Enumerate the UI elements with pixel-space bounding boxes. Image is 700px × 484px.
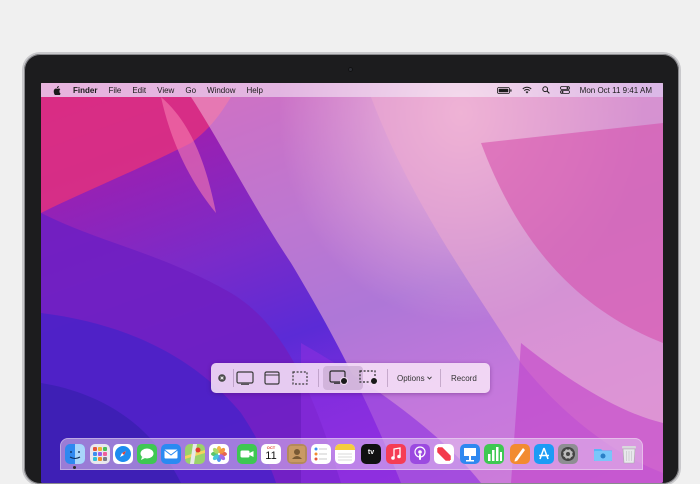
toolbar-divider [387,369,388,387]
mail-icon[interactable] [161,444,181,464]
apple-menu-icon[interactable] [53,85,61,95]
toolbar-divider [440,369,441,387]
record-button[interactable]: Record [451,372,477,384]
camera [348,67,353,72]
menu-go[interactable]: Go [185,86,196,95]
news-icon[interactable] [434,444,454,464]
finder-running-indicator [73,466,76,469]
pages-icon[interactable] [510,444,530,464]
launchpad-icon[interactable] [90,444,110,464]
spotlight-search-icon[interactable] [541,86,550,94]
tv-label: tv [367,449,375,456]
screenshot-toolbar: Options Record [211,363,490,393]
toolbar-divider [233,369,234,387]
maps-icon[interactable] [185,444,205,464]
capture-entire-screen-icon[interactable] [236,371,254,385]
capture-window-icon[interactable] [264,371,280,385]
downloads-folder-icon[interactable] [593,444,613,464]
notes-icon[interactable] [335,444,355,464]
desktop-wallpaper [41,83,663,483]
wifi-icon[interactable] [522,86,532,94]
menu-file[interactable]: File [108,86,121,95]
music-icon[interactable] [386,444,406,464]
facetime-icon[interactable] [237,444,257,464]
record-selection-icon[interactable] [359,370,379,386]
contacts-icon[interactable] [287,444,307,464]
control-center-icon[interactable] [559,86,570,94]
wallpaper-art [41,97,663,483]
system-preferences-icon[interactable] [558,444,578,464]
apple-tv-icon[interactable]: tv [361,444,381,464]
photos-icon[interactable] [209,444,229,464]
menu-view[interactable]: View [157,86,174,95]
app-store-icon[interactable] [534,444,554,464]
capture-selection-icon[interactable] [292,371,308,385]
finder-icon[interactable] [65,444,85,464]
safari-icon[interactable] [113,444,133,464]
record-label: Record [451,373,477,383]
battery-icon[interactable] [496,86,512,94]
podcasts-icon[interactable] [410,444,430,464]
trash-icon[interactable] [619,444,639,464]
menu-clock[interactable]: Mon Oct 11 9:41 AM [580,86,652,95]
options-button[interactable]: Options [397,372,432,384]
menu-window[interactable]: Window [207,86,235,95]
keynote-icon[interactable] [460,444,480,464]
reminders-icon[interactable] [311,444,331,464]
record-entire-screen-icon[interactable] [329,370,349,386]
numbers-icon[interactable] [484,444,504,464]
menu-app-name[interactable]: Finder [73,86,97,95]
chevron-down-icon [426,376,432,380]
close-toolbar-icon[interactable] [218,374,226,382]
menu-edit[interactable]: Edit [132,86,146,95]
calendar-icon[interactable]: OCT 11 [261,444,281,464]
menu-help[interactable]: Help [246,86,262,95]
calendar-day: 11 [265,450,277,462]
options-label: Options [397,373,425,383]
menu-bar: Finder File Edit View Go Window Help Mon… [41,83,663,97]
messages-icon[interactable] [137,444,157,464]
dock: OCT 11 tv [60,438,643,470]
toolbar-divider [318,369,319,387]
